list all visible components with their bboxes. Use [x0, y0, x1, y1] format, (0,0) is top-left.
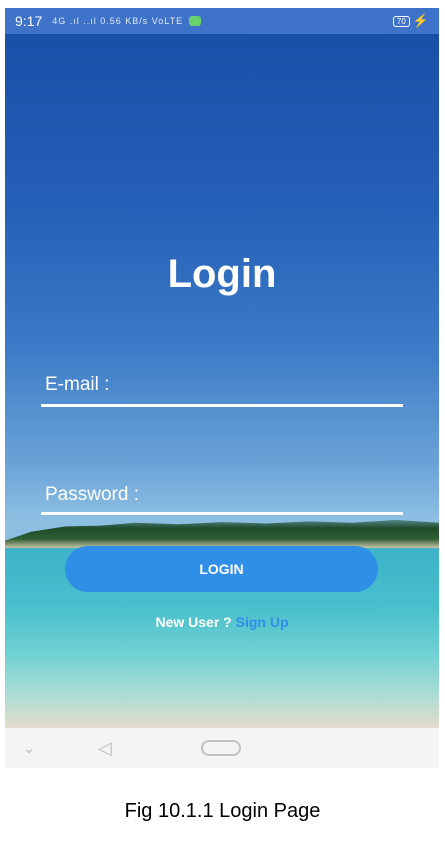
- signup-link[interactable]: Sign Up: [236, 614, 289, 630]
- signal-icons: 4G .ıl ..ıl 0.56 KB/s VoLTE: [52, 16, 184, 26]
- background-island: [5, 519, 439, 548]
- chevron-down-icon[interactable]: ⌄: [23, 740, 35, 757]
- signup-row: New User ? Sign Up: [5, 614, 439, 630]
- password-field-underline: [41, 512, 403, 515]
- status-time: 9:17: [15, 13, 43, 29]
- email-field-underline: [41, 404, 403, 407]
- login-screen: Login E-mail : Password : LOGIN New User…: [5, 34, 439, 728]
- navigation-bar: ⌄ ◁: [5, 728, 439, 768]
- email-field[interactable]: E-mail :: [45, 374, 109, 396]
- new-user-text: New User ?: [155, 614, 232, 630]
- battery-indicator: 70 ⚡: [392, 13, 429, 29]
- phone-screenshot: 9:17 4G .ıl ..ıl 0.56 KB/s VoLTE 70 ⚡ Lo…: [5, 8, 439, 768]
- page-title: Login: [167, 252, 277, 296]
- charging-icon: ⚡: [412, 13, 429, 28]
- password-field[interactable]: Password :: [45, 484, 139, 506]
- back-icon[interactable]: ◁: [98, 738, 112, 759]
- battery-level: 70: [392, 15, 410, 27]
- login-button[interactable]: LOGIN: [65, 546, 378, 592]
- status-bar: 9:17 4G .ıl ..ıl 0.56 KB/s VoLTE 70 ⚡: [5, 8, 439, 34]
- figure-caption: Fig 10.1.1 Login Page: [124, 800, 321, 822]
- home-icon[interactable]: [201, 740, 241, 756]
- notification-icon: [189, 16, 202, 26]
